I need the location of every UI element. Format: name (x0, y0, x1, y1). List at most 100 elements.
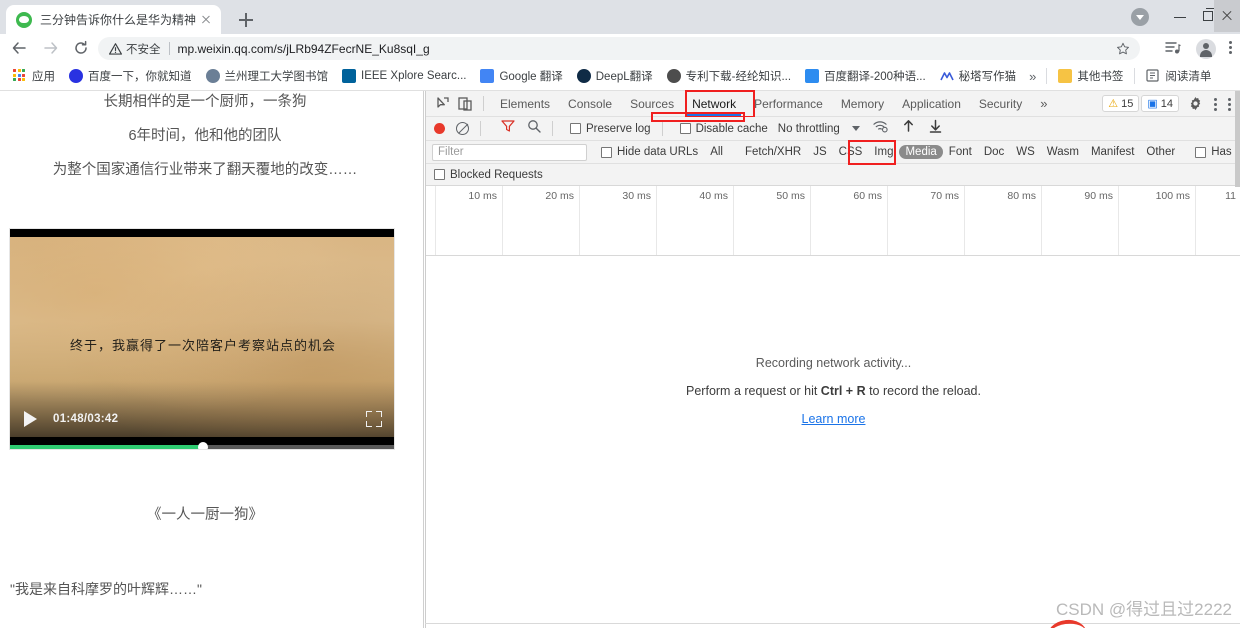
video-progress-handle[interactable] (198, 442, 208, 449)
checkbox[interactable] (601, 146, 612, 158)
bookmarks-overflow-icon[interactable]: » (1023, 69, 1042, 84)
bookmark-patent[interactable]: 专利下载-经纶知识... (660, 65, 798, 87)
device-toolbar-icon[interactable] (454, 93, 476, 115)
bookmark-baidu-translate[interactable]: 百度翻译-200种语... (798, 65, 933, 87)
preserve-log-checkbox[interactable]: Preserve log (570, 123, 651, 135)
filter-type-font[interactable]: Font (943, 145, 978, 159)
reload-icon[interactable] (68, 35, 94, 61)
devtools-panel: Elements Console Sources Network Perform… (425, 90, 1240, 628)
inspect-icon[interactable] (432, 93, 454, 115)
has-blocked-cookies-checkbox[interactable]: Has blocked cookies (1195, 146, 1240, 158)
video-progress-bar[interactable] (10, 442, 394, 449)
bookmark-baidu[interactable]: 百度一下，你就知道 (62, 65, 199, 87)
blocked-requests-row: Blocked Requests (426, 164, 1240, 186)
close-icon[interactable] (197, 11, 215, 29)
gear-icon[interactable] (1186, 93, 1208, 115)
throttling-select[interactable]: No throttling (778, 123, 840, 135)
avatar[interactable] (1196, 39, 1216, 59)
browser-menu-icon[interactable] (1224, 39, 1236, 59)
clear-button[interactable] (456, 122, 469, 135)
network-timeline-overview[interactable]: 10 ms 20 ms 30 ms 40 ms 50 ms 60 ms 70 m… (426, 186, 1240, 256)
tab-security[interactable]: Security (970, 91, 1031, 117)
apps-grid-icon (13, 69, 27, 83)
search-icon[interactable] (527, 119, 541, 138)
reading-list-icon (1146, 69, 1160, 83)
filter-type-media[interactable]: Media (899, 145, 943, 159)
timeline-tick: 10 ms (436, 186, 503, 255)
tab-elements[interactable]: Elements (491, 91, 559, 117)
reading-list-bookmark[interactable]: 阅读清单 (1139, 65, 1218, 87)
message-badge[interactable]: ▣ 14 (1141, 95, 1179, 112)
new-tab-button[interactable] (234, 8, 258, 32)
disable-cache-checkbox[interactable]: Disable cache (679, 123, 768, 135)
tab-sources[interactable]: Sources (621, 91, 683, 117)
blocked-requests-checkbox[interactable]: Blocked Requests (434, 169, 543, 181)
filter-type-css[interactable]: CSS (833, 145, 869, 159)
checkbox[interactable] (1195, 146, 1207, 158)
checkbox[interactable] (679, 123, 691, 134)
network-empty-state: Recording network activity... Perform a … (426, 356, 1240, 428)
recording-hint: Perform a request or hit Ctrl + R to rec… (426, 384, 1240, 398)
filter-icon[interactable] (501, 119, 515, 138)
bookmark-label: 百度翻译-200种语... (824, 71, 926, 83)
export-har-icon[interactable] (929, 119, 942, 138)
filter-input[interactable]: Filter (432, 143, 587, 161)
tab-network[interactable]: Network (683, 91, 745, 117)
checkbox[interactable] (434, 169, 445, 180)
message-icon: ▣ (1147, 98, 1158, 110)
tab-application[interactable]: Application (893, 91, 970, 117)
hint-shortcut: Ctrl + R (820, 384, 866, 398)
chevron-down-icon[interactable] (851, 126, 860, 131)
record-button[interactable] (434, 123, 445, 134)
filter-type-fetchxhr[interactable]: Fetch/XHR (739, 145, 807, 159)
browser-tab[interactable]: 三分钟告诉你什么是华为精神 (6, 5, 221, 34)
checkbox[interactable] (570, 123, 581, 134)
bookmark-star-icon[interactable] (1116, 42, 1130, 56)
devtools-scrollbar[interactable] (1235, 91, 1240, 628)
learn-more-link[interactable]: Learn more (802, 412, 866, 426)
bookmark-deepl[interactable]: DeepL翻译 (570, 65, 660, 87)
devtools-more-icon[interactable] (1208, 93, 1222, 115)
forward-icon[interactable] (38, 35, 64, 61)
filter-type-ws[interactable]: WS (1010, 145, 1041, 159)
fullscreen-icon[interactable] (366, 411, 382, 427)
bookmark-metaso[interactable]: 秘塔写作猫 (933, 65, 1024, 87)
tab-console[interactable]: Console (559, 91, 621, 117)
address-bar[interactable]: 不安全 mp.weixin.qq.com/s/jLRb94ZFecrNE_Ku8… (98, 37, 1140, 60)
chevron-down-icon[interactable] (1131, 8, 1149, 26)
timeline-tick-label: 70 ms (930, 190, 959, 202)
window-close-button[interactable] (1214, 0, 1240, 32)
timeline-tick: 60 ms (811, 186, 888, 255)
bookmark-label: 兰州理工大学图书馆 (224, 71, 329, 83)
article-quote: "我是来自科摩罗的叶辉辉……" (10, 581, 202, 597)
bookmark-google-translate[interactable]: Google 翻译 (473, 65, 569, 87)
filter-type-other[interactable]: Other (1140, 145, 1181, 159)
hide-data-urls-checkbox[interactable]: Hide data URLs (601, 146, 698, 158)
devtools-tabbar: Elements Console Sources Network Perform… (426, 90, 1240, 118)
filter-type-img[interactable]: Img (868, 145, 899, 159)
devtools-close-icon[interactable] (1222, 93, 1236, 115)
bookmark-ieee[interactable]: IEEE Xplore Searc... (335, 65, 473, 87)
import-har-icon[interactable] (902, 119, 915, 138)
bookmark-apps[interactable]: 应用 (6, 65, 62, 87)
filter-type-js[interactable]: JS (807, 145, 832, 159)
play-icon[interactable] (24, 411, 37, 427)
tab-performance[interactable]: Performance (745, 91, 832, 117)
network-conditions-icon[interactable] (873, 120, 888, 138)
devtools-tabs-overflow-icon[interactable]: » (1031, 96, 1056, 111)
timeline-tick-label: 60 ms (853, 190, 882, 202)
tab-memory[interactable]: Memory (832, 91, 893, 117)
filter-type-manifest[interactable]: Manifest (1085, 145, 1140, 159)
filter-type-doc[interactable]: Doc (978, 145, 1010, 159)
divider (1134, 68, 1136, 84)
warning-badge[interactable]: ⚠ 15 (1102, 95, 1140, 112)
video-player[interactable]: 终于，我赢得了一次陪客户考察站点的机会 01:48/03:42 (9, 228, 395, 450)
other-bookmarks-folder[interactable]: 其他书签 (1051, 65, 1130, 87)
warning-icon: ⚠ (1108, 98, 1119, 110)
divider (483, 96, 484, 111)
back-icon[interactable] (6, 35, 32, 61)
reading-list-icon[interactable] (1164, 39, 1184, 59)
filter-type-wasm[interactable]: Wasm (1041, 145, 1085, 159)
bookmark-library[interactable]: 兰州理工大学图书馆 (199, 65, 336, 87)
filter-type-all[interactable]: All (704, 145, 729, 159)
